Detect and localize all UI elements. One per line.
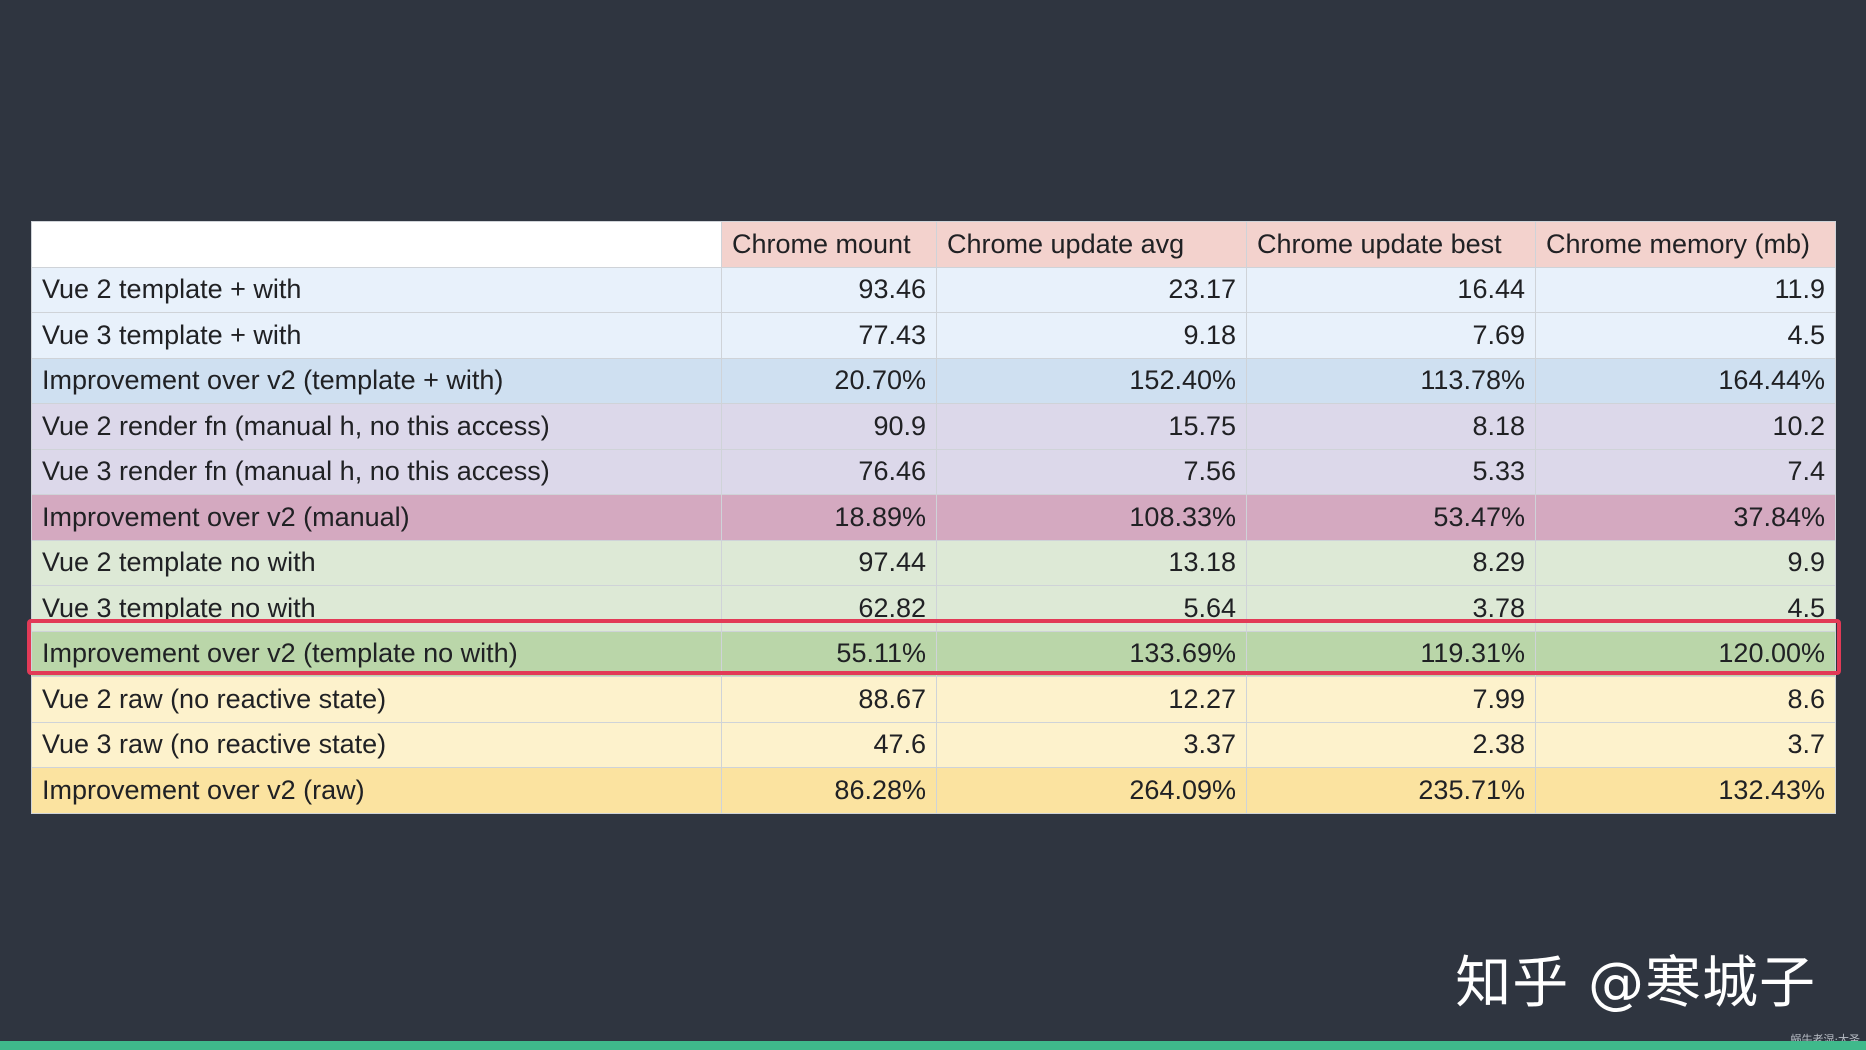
value-cell: 16.44 bbox=[1246, 266, 1536, 313]
value-cell: 7.56 bbox=[936, 448, 1247, 495]
value-cell: 3.37 bbox=[936, 721, 1247, 768]
value-cell: 10.2 bbox=[1535, 403, 1836, 450]
value-cell: 9.18 bbox=[936, 312, 1247, 359]
row-label: Vue 2 template + with bbox=[31, 266, 722, 313]
bottom-accent-bar bbox=[0, 1041, 1866, 1050]
table-row: Vue 3 template + with 77.43 9.18 7.69 4.5 bbox=[31, 312, 1836, 359]
value-cell: 97.44 bbox=[721, 539, 937, 586]
row-label: Improvement over v2 (raw) bbox=[31, 767, 722, 814]
value-cell: 90.9 bbox=[721, 403, 937, 450]
table-row: Vue 3 template no with 62.82 5.64 3.78 4.5 bbox=[31, 585, 1836, 632]
value-cell: 3.7 bbox=[1535, 721, 1836, 768]
table-row-highlighted: Improvement over v2 (template no with) 55… bbox=[31, 630, 1836, 677]
value-cell: 12.27 bbox=[936, 676, 1247, 723]
value-cell: 7.69 bbox=[1246, 312, 1536, 359]
value-cell: 2.38 bbox=[1246, 721, 1536, 768]
value-cell: 108.33% bbox=[936, 494, 1247, 541]
value-cell: 20.70% bbox=[721, 357, 937, 404]
row-label: Vue 2 render fn (manual h, no this acces… bbox=[31, 403, 722, 450]
table-row: Vue 2 raw (no reactive state) 88.67 12.27 7… bbox=[31, 676, 1836, 723]
table-row: Improvement over v2 (template + with) 20.… bbox=[31, 357, 1836, 404]
value-cell: 4.5 bbox=[1535, 312, 1836, 359]
row-label: Improvement over v2 (template no with) bbox=[31, 630, 722, 677]
value-cell: 37.84% bbox=[1535, 494, 1836, 541]
benchmark-table: Chrome mount Chrome update avg Chrome up… bbox=[31, 221, 1836, 814]
header-cell-blank bbox=[31, 221, 722, 268]
row-label: Vue 3 template + with bbox=[31, 312, 722, 359]
value-cell: 133.69% bbox=[936, 630, 1247, 677]
value-cell: 86.28% bbox=[721, 767, 937, 814]
value-cell: 55.11% bbox=[721, 630, 937, 677]
table-body: Vue 2 template + with 93.46 23.17 16.44 11.9… bbox=[31, 266, 1836, 814]
value-cell: 62.82 bbox=[721, 585, 937, 632]
header-cell-chrome-update-best: Chrome update best bbox=[1246, 221, 1536, 268]
row-label: Improvement over v2 (manual) bbox=[31, 494, 722, 541]
value-cell: 7.4 bbox=[1535, 448, 1836, 495]
value-cell: 7.99 bbox=[1246, 676, 1536, 723]
value-cell: 152.40% bbox=[936, 357, 1247, 404]
value-cell: 15.75 bbox=[936, 403, 1247, 450]
row-label: Vue 3 template no with bbox=[31, 585, 722, 632]
table-row: Vue 3 render fn (manual h, no this acces… bbox=[31, 448, 1836, 495]
value-cell: 53.47% bbox=[1246, 494, 1536, 541]
value-cell: 9.9 bbox=[1535, 539, 1836, 586]
value-cell: 47.6 bbox=[721, 721, 937, 768]
value-cell: 120.00% bbox=[1535, 630, 1836, 677]
value-cell: 8.6 bbox=[1535, 676, 1836, 723]
row-label: Vue 3 render fn (manual h, no this acces… bbox=[31, 448, 722, 495]
table-row: Vue 2 template + with 93.46 23.17 16.44 11.9 bbox=[31, 266, 1836, 313]
value-cell: 264.09% bbox=[936, 767, 1247, 814]
row-label: Vue 2 template no with bbox=[31, 539, 722, 586]
header-cell-chrome-memory: Chrome memory (mb) bbox=[1535, 221, 1836, 268]
value-cell: 4.5 bbox=[1535, 585, 1836, 632]
value-cell: 8.29 bbox=[1246, 539, 1536, 586]
value-cell: 5.64 bbox=[936, 585, 1247, 632]
value-cell: 88.67 bbox=[721, 676, 937, 723]
value-cell: 8.18 bbox=[1246, 403, 1536, 450]
table-row: Improvement over v2 (manual) 18.89% 108.33… bbox=[31, 494, 1836, 541]
value-cell: 77.43 bbox=[721, 312, 937, 359]
value-cell: 5.33 bbox=[1246, 448, 1536, 495]
row-label: Vue 3 raw (no reactive state) bbox=[31, 721, 722, 768]
value-cell: 132.43% bbox=[1535, 767, 1836, 814]
row-label: Improvement over v2 (template + with) bbox=[31, 357, 722, 404]
watermark-text: 知乎 @寒城子 bbox=[1455, 951, 1816, 1016]
header-row: Chrome mount Chrome update avg Chrome up… bbox=[31, 221, 1836, 268]
value-cell: 3.78 bbox=[1246, 585, 1536, 632]
value-cell: 13.18 bbox=[936, 539, 1247, 586]
value-cell: 18.89% bbox=[721, 494, 937, 541]
header-cell-chrome-mount: Chrome mount bbox=[721, 221, 937, 268]
slide: Chrome mount Chrome update avg Chrome up… bbox=[0, 0, 1866, 1050]
value-cell: 93.46 bbox=[721, 266, 937, 313]
header-cell-chrome-update-avg: Chrome update avg bbox=[936, 221, 1247, 268]
value-cell: 235.71% bbox=[1246, 767, 1536, 814]
table-row: Vue 2 template no with 97.44 13.18 8.29 9.9 bbox=[31, 539, 1836, 586]
table-row: Vue 3 raw (no reactive state) 47.6 3.37 2.3… bbox=[31, 721, 1836, 768]
value-cell: 76.46 bbox=[721, 448, 937, 495]
value-cell: 23.17 bbox=[936, 266, 1247, 313]
value-cell: 119.31% bbox=[1246, 630, 1536, 677]
value-cell: 164.44% bbox=[1535, 357, 1836, 404]
row-label: Vue 2 raw (no reactive state) bbox=[31, 676, 722, 723]
value-cell: 113.78% bbox=[1246, 357, 1536, 404]
table-row: Improvement over v2 (raw) 86.28% 264.09% 23… bbox=[31, 767, 1836, 814]
value-cell: 11.9 bbox=[1535, 266, 1836, 313]
table-row: Vue 2 render fn (manual h, no this acces… bbox=[31, 403, 1836, 450]
